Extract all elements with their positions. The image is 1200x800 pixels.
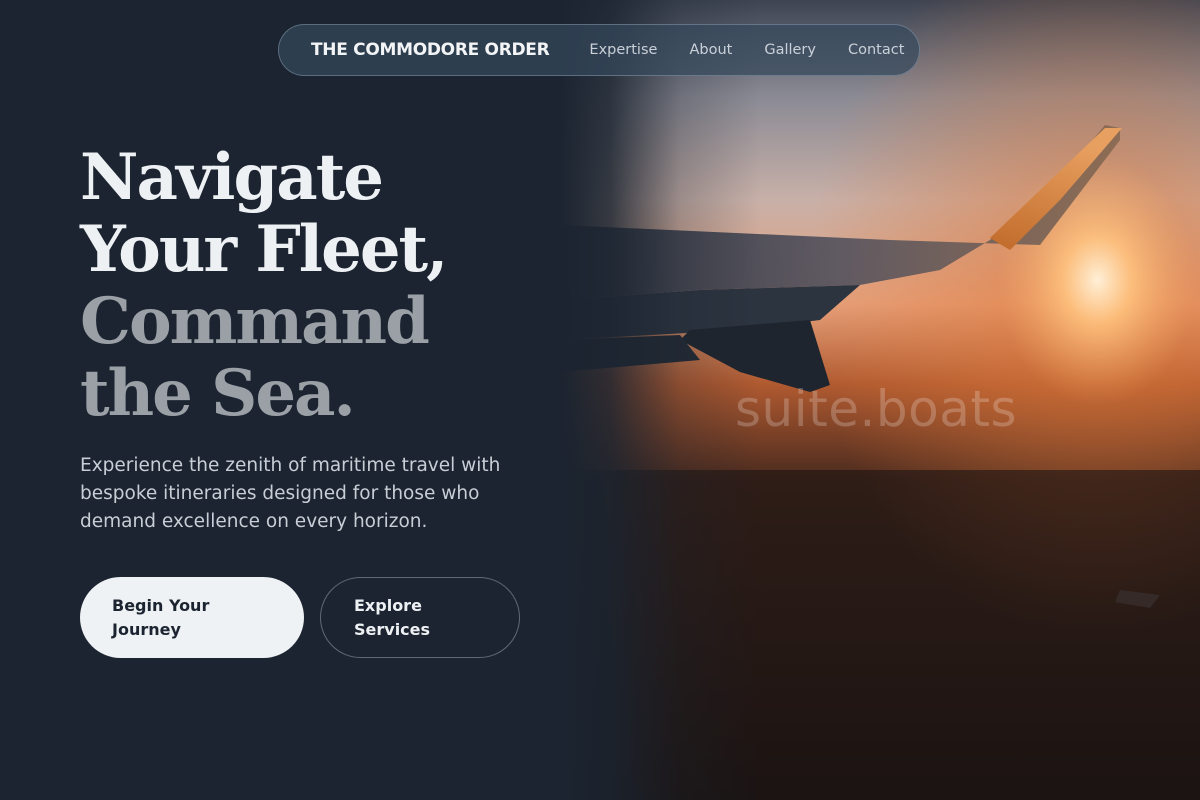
nav-link-expertise[interactable]: Expertise bbox=[589, 42, 657, 58]
nav-link-about[interactable]: About bbox=[689, 42, 732, 58]
headline-line-3: Command bbox=[80, 284, 430, 359]
nav-link-contact[interactable]: Contact bbox=[848, 42, 904, 58]
explore-services-button[interactable]: Explore Services bbox=[320, 577, 520, 658]
hero-headline: Navigate Your Fleet, Command the Sea. bbox=[80, 140, 448, 431]
headline-line-2: Your Fleet, bbox=[80, 212, 448, 287]
nav-links: Expertise About Gallery Contact bbox=[589, 42, 904, 58]
top-navbar: THE COMMODORE ORDER Expertise About Gall… bbox=[278, 24, 920, 76]
headline-line-4: the Sea. bbox=[80, 356, 356, 431]
headline-line-1: Navigate bbox=[80, 140, 384, 215]
hero-intro: Experience the zenith of maritime travel… bbox=[80, 455, 501, 532]
nav-link-gallery[interactable]: Gallery bbox=[764, 42, 816, 58]
watermark-text: suite.boats bbox=[735, 380, 1018, 438]
begin-journey-button[interactable]: Begin Your Journey bbox=[80, 577, 304, 658]
brand-logo[interactable]: THE COMMODORE ORDER bbox=[311, 40, 550, 60]
